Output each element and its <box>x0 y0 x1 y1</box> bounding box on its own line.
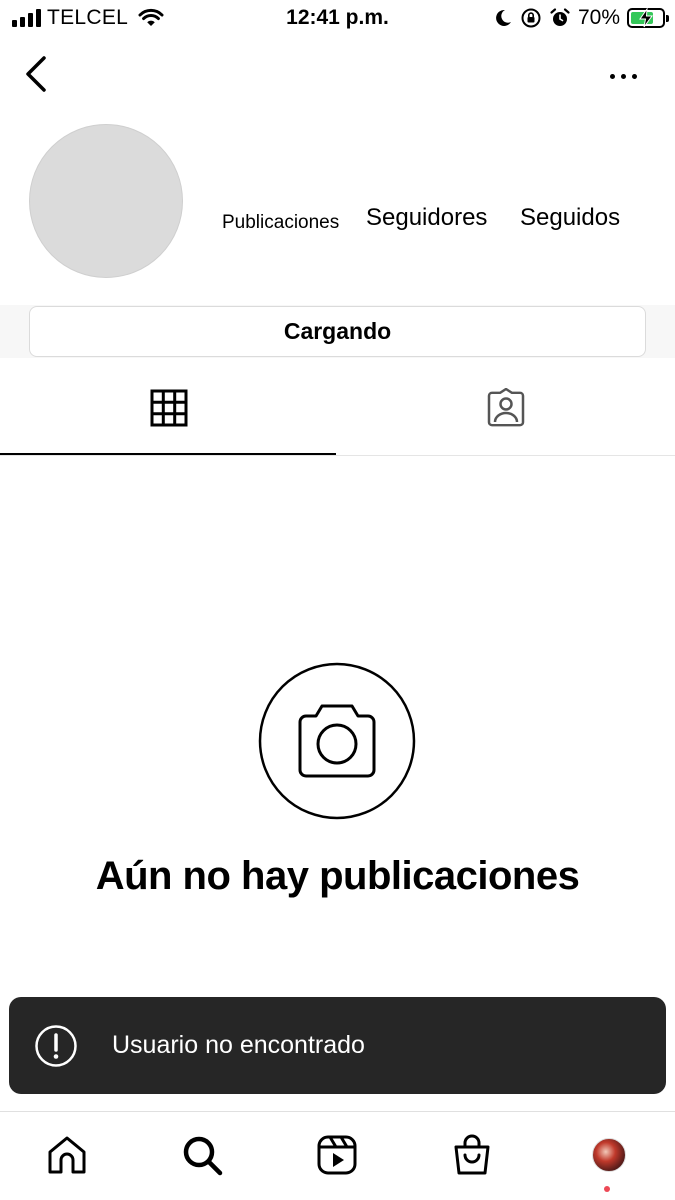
nav-search[interactable] <box>179 1132 225 1178</box>
grid-icon <box>150 389 187 427</box>
status-bar: TELCEL 12:41 p.m. 70% <box>0 0 675 40</box>
empty-state-title: Aún no hay publicaciones <box>95 854 580 898</box>
more-horizontal-icon <box>609 73 615 79</box>
home-icon <box>48 1136 86 1174</box>
more-options-button[interactable] <box>603 64 643 88</box>
nav-shop[interactable] <box>449 1132 495 1178</box>
tab-grid[interactable] <box>0 360 337 456</box>
nav-profile[interactable] <box>586 1132 632 1178</box>
search-icon <box>183 1136 223 1176</box>
tab-divider <box>0 455 675 456</box>
back-button[interactable] <box>20 52 54 96</box>
more-dot <box>631 73 637 79</box>
reels-icon <box>317 1135 357 1175</box>
profile-avatar <box>592 1138 626 1172</box>
shop-icon <box>454 1134 490 1175</box>
toast-message: Usuario no encontrado <box>112 1031 365 1059</box>
tagged-user-icon <box>487 388 524 427</box>
notification-dot <box>604 1186 610 1192</box>
alert-circle-icon <box>35 1024 77 1067</box>
followers-stat[interactable]: Seguidores <box>366 204 487 232</box>
battery-charging-icon <box>627 8 669 28</box>
moon-icon <box>496 9 511 26</box>
alarm-icon <box>550 8 570 26</box>
nav-reels[interactable] <box>314 1132 360 1178</box>
status-right: 70% <box>493 6 669 30</box>
battery-percent: 70% <box>577 6 620 29</box>
following-stat[interactable]: Seguidos <box>520 204 620 232</box>
tab-tagged[interactable] <box>337 360 674 456</box>
loading-button[interactable]: Cargando <box>29 306 646 357</box>
more-dot <box>620 73 626 79</box>
empty-state-camera <box>258 662 416 820</box>
chevron-left-icon <box>26 56 46 92</box>
nav-home[interactable] <box>44 1132 90 1178</box>
posts-stat[interactable]: Publicaciones <box>222 212 339 234</box>
bottom-nav-divider <box>0 1111 675 1112</box>
orientation-lock-icon <box>521 8 541 28</box>
camera-icon <box>258 662 416 820</box>
profile-avatar-placeholder <box>29 124 183 278</box>
error-toast: Usuario no encontrado <box>9 997 666 1094</box>
